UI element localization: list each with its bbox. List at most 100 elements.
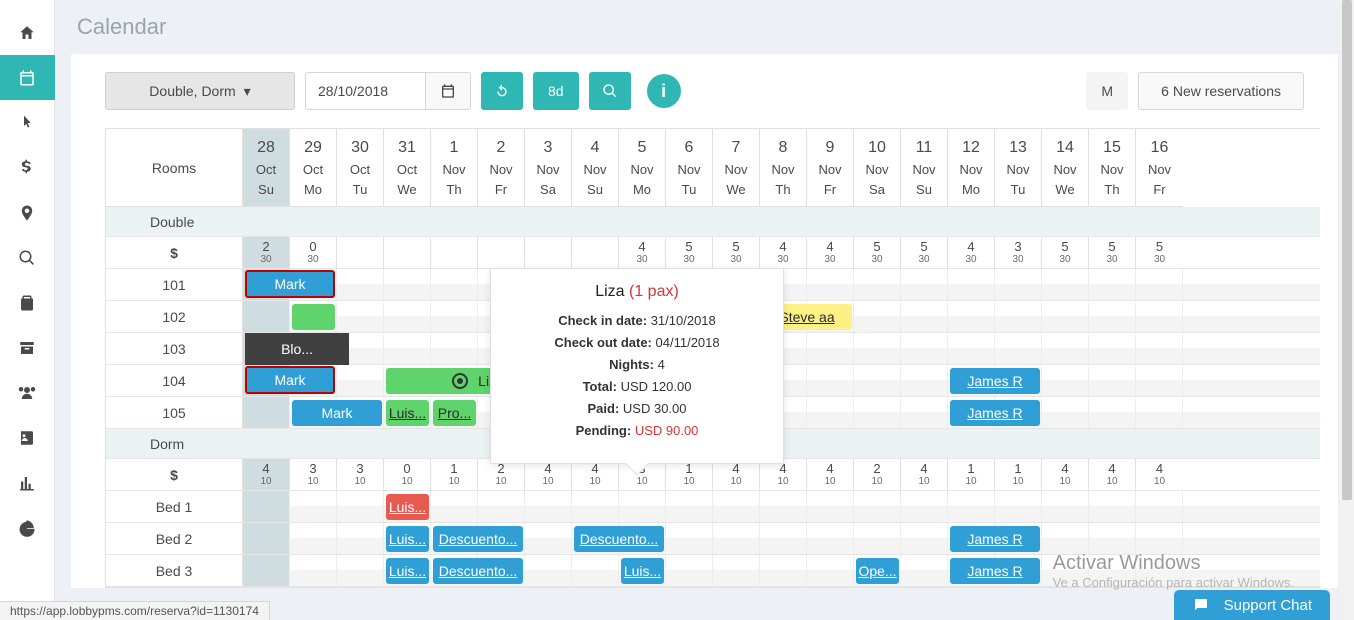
grid-cell[interactable]	[760, 555, 807, 586]
grid-cell[interactable]	[384, 333, 431, 364]
booking[interactable]: James R	[950, 558, 1040, 584]
grid-cell[interactable]	[1089, 491, 1136, 522]
grid-cell[interactable]	[948, 301, 995, 332]
grid-cell[interactable]	[666, 555, 713, 586]
search-button[interactable]	[589, 72, 631, 110]
grid-cell[interactable]	[478, 491, 525, 522]
grid-cell[interactable]	[948, 491, 995, 522]
grid-cell[interactable]	[243, 301, 290, 332]
booking[interactable]: Descuento...	[574, 526, 664, 552]
grid-cell[interactable]	[431, 269, 478, 300]
nav-home[interactable]	[0, 10, 55, 55]
grid-cell[interactable]	[948, 333, 995, 364]
grid-cell[interactable]	[1089, 555, 1136, 586]
grid-cell[interactable]	[807, 491, 854, 522]
grid-cell[interactable]	[901, 555, 948, 586]
day-header[interactable]: 16NovFr	[1136, 129, 1183, 207]
grid-cell[interactable]	[243, 523, 290, 554]
grid-cell[interactable]	[1042, 365, 1089, 396]
day-header[interactable]: 9NovFr	[807, 129, 854, 207]
room-label[interactable]: 105	[106, 397, 243, 428]
room-label[interactable]: 104	[106, 365, 243, 396]
day-header[interactable]: 8NovTh	[760, 129, 807, 207]
date-input[interactable]	[305, 72, 425, 110]
grid-cell[interactable]	[995, 301, 1042, 332]
day-header[interactable]: 14NovWe	[1042, 129, 1089, 207]
grid-cell[interactable]	[1136, 555, 1183, 586]
grid-cell[interactable]	[525, 555, 572, 586]
nav-money[interactable]	[0, 145, 55, 190]
grid-cell[interactable]	[1136, 269, 1183, 300]
day-header[interactable]: 1NovTh	[431, 129, 478, 207]
day-header[interactable]: 11NovSu	[901, 129, 948, 207]
grid-cell[interactable]	[1042, 333, 1089, 364]
booking[interactable]: Mark	[245, 270, 335, 298]
nav-calendar[interactable]	[0, 55, 55, 100]
grid-cell[interactable]	[431, 301, 478, 332]
booking[interactable]: Ope...	[856, 558, 899, 584]
grid-cell[interactable]	[243, 555, 290, 586]
grid-cell[interactable]	[1042, 269, 1089, 300]
room-type-dropdown[interactable]: Double, Dorm ▾	[105, 72, 295, 110]
grid-cell[interactable]	[337, 269, 384, 300]
day-header[interactable]: 15NovTh	[1089, 129, 1136, 207]
grid-cell[interactable]	[807, 523, 854, 554]
room-label[interactable]: Bed 3	[106, 555, 243, 586]
nav-archive[interactable]	[0, 325, 55, 370]
day-header[interactable]: 28OctSu	[243, 129, 290, 207]
booking[interactable]: Pro...	[433, 400, 476, 426]
grid-cell[interactable]	[854, 397, 901, 428]
grid-cell[interactable]	[854, 301, 901, 332]
booking[interactable]: Mark	[245, 366, 335, 394]
grid-cell[interactable]	[713, 491, 760, 522]
booking[interactable]: Descuento...	[433, 558, 523, 584]
grid-cell[interactable]	[1042, 301, 1089, 332]
grid-cell[interactable]	[1089, 333, 1136, 364]
grid-cell[interactable]	[995, 333, 1042, 364]
grid-cell[interactable]	[384, 269, 431, 300]
day-header[interactable]: 5NovMo	[619, 129, 666, 207]
grid-cell[interactable]	[1136, 301, 1183, 332]
grid-cell[interactable]	[807, 269, 854, 300]
grid-cell[interactable]	[337, 365, 384, 396]
grid-cell[interactable]	[243, 491, 290, 522]
nav-contacts[interactable]	[0, 415, 55, 460]
grid-cell[interactable]	[337, 301, 384, 332]
grid-cell[interactable]	[619, 491, 666, 522]
day-header[interactable]: 6NovTu	[666, 129, 713, 207]
room-label[interactable]: 103	[106, 333, 243, 364]
grid-cell[interactable]	[901, 365, 948, 396]
grid-cell[interactable]	[1089, 397, 1136, 428]
day-header[interactable]: 30OctTu	[337, 129, 384, 207]
nav-chart[interactable]	[0, 460, 55, 505]
booking[interactable]: Luis...	[386, 494, 429, 520]
grid-cell[interactable]	[807, 333, 854, 364]
day-header[interactable]: 13NovTu	[995, 129, 1042, 207]
grid-cell[interactable]	[1042, 523, 1089, 554]
grid-cell[interactable]	[1136, 333, 1183, 364]
grid-cell[interactable]	[760, 523, 807, 554]
room-label[interactable]: Bed 2	[106, 523, 243, 554]
grid-cell[interactable]	[1042, 397, 1089, 428]
grid-cell[interactable]	[901, 491, 948, 522]
grid-cell[interactable]	[666, 491, 713, 522]
new-reservations-button[interactable]: 6 New reservations	[1138, 72, 1304, 110]
grid-cell[interactable]	[1042, 491, 1089, 522]
grid-cell[interactable]	[901, 397, 948, 428]
nav-location[interactable]	[0, 190, 55, 235]
day-header[interactable]: 10NovSa	[854, 129, 901, 207]
booking[interactable]: Luis...	[386, 400, 429, 426]
range-button[interactable]: 8d	[533, 72, 579, 110]
grid-cell[interactable]	[854, 333, 901, 364]
grid-cell[interactable]	[1136, 491, 1183, 522]
grid-cell[interactable]	[337, 491, 384, 522]
grid-cell[interactable]	[1089, 523, 1136, 554]
nav-pie[interactable]	[0, 505, 55, 550]
booking[interactable]: Luis...	[386, 526, 429, 552]
nav-users[interactable]	[0, 370, 55, 415]
grid-cell[interactable]	[807, 365, 854, 396]
grid-cell[interactable]	[760, 491, 807, 522]
grid-cell[interactable]	[713, 555, 760, 586]
grid-cell[interactable]	[854, 365, 901, 396]
booking[interactable]: Luis...	[386, 558, 429, 584]
